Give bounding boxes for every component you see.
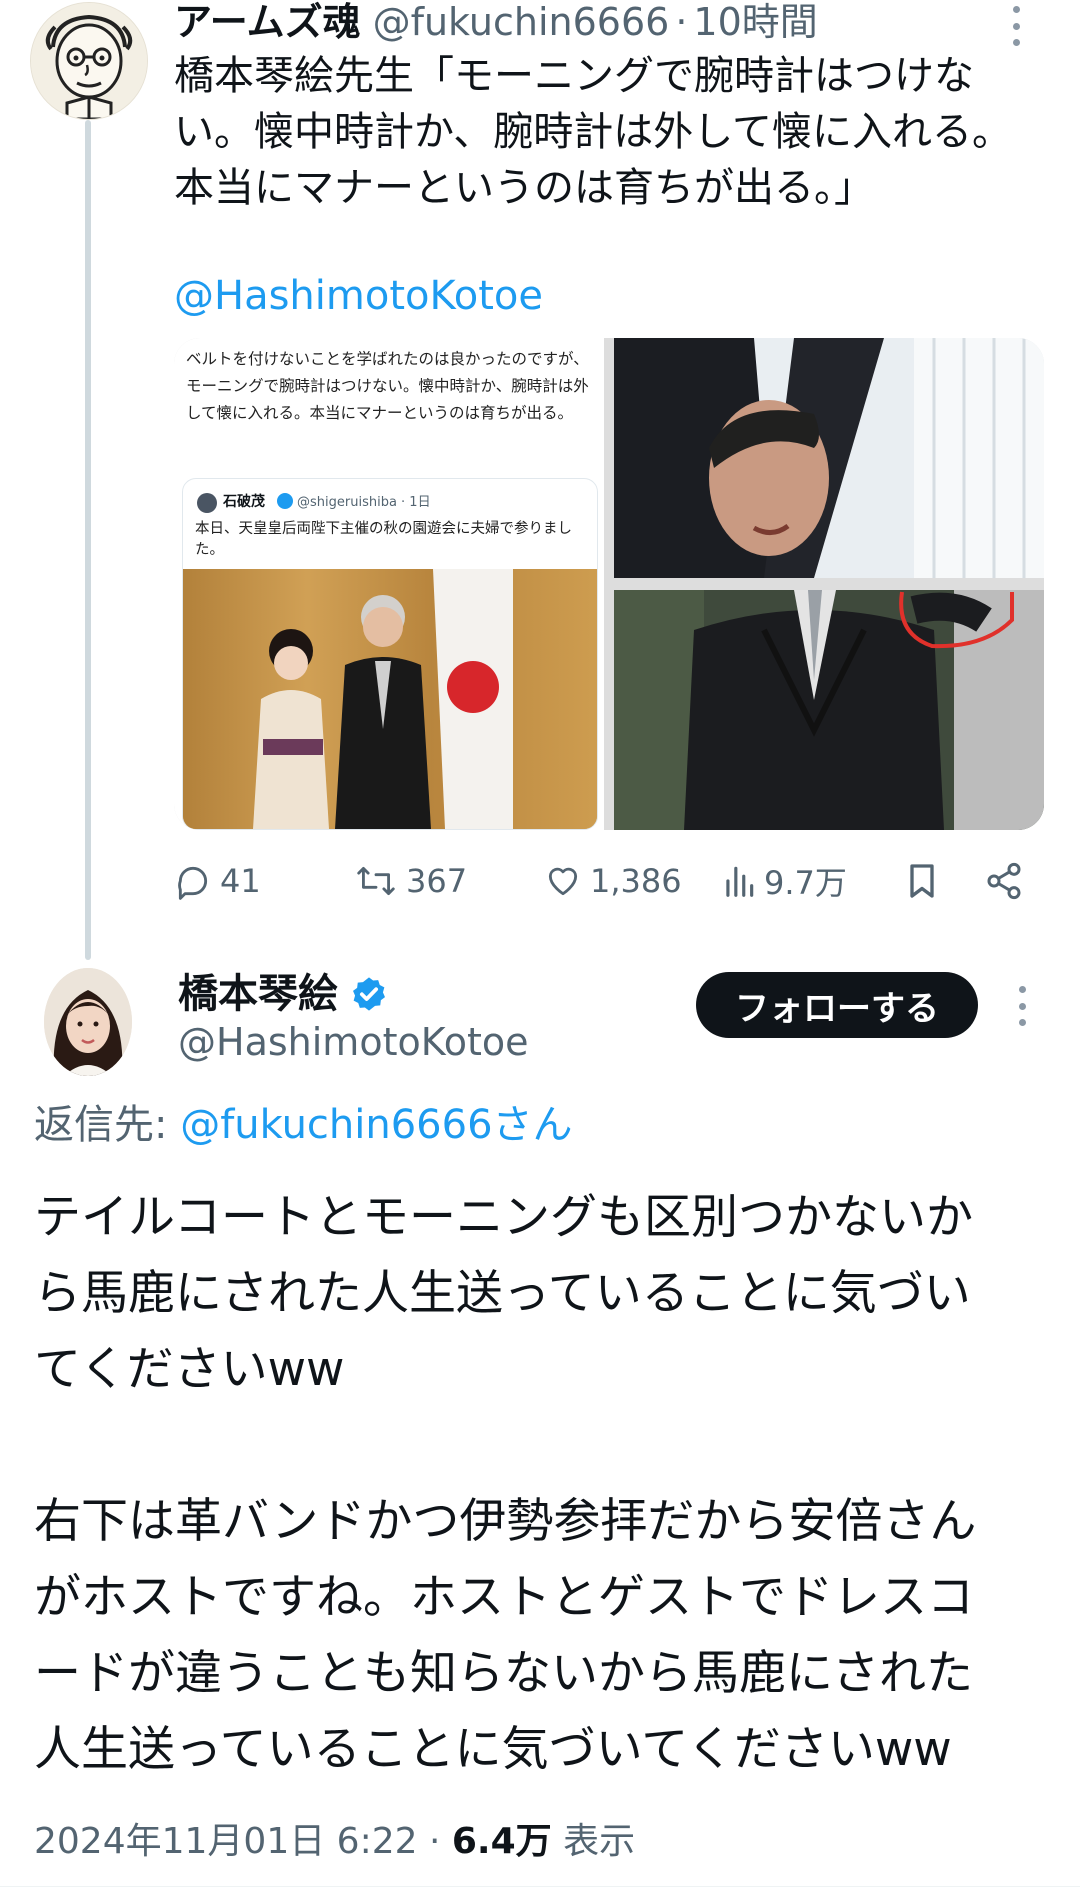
more-options-icon[interactable] [1006, 6, 1026, 46]
reply-tweet-text: テイルコートとモーニングも区別つかないか ら馬鹿にされた人生送っていることに気づ… [34, 1180, 1054, 1788]
share-button[interactable] [984, 856, 1032, 906]
author-avatar[interactable] [30, 2, 148, 120]
reply-to-prefix: 返信先: [34, 1102, 181, 1148]
divider [0, 1886, 1080, 1887]
tweet-time[interactable]: 10時間 [693, 0, 817, 44]
retweet-icon [357, 867, 395, 895]
retweet-button[interactable]: 367 [354, 856, 467, 906]
reply-to-line: 返信先: @fukuchin6666さん [34, 1100, 573, 1150]
parent-tweet-header: アームズ魂 @fukuchin6666 · 10時間 [174, 0, 818, 44]
author-handle[interactable]: @fukuchin6666 [373, 0, 670, 44]
tweet-view-count: 6.4万 [451, 1821, 552, 1862]
text-line: テイルコートとモーニングも区別つかないか [34, 1190, 974, 1245]
media-image-bottom-right[interactable] [614, 590, 1044, 830]
thread-connector-line [85, 120, 91, 960]
views-icon [726, 866, 754, 897]
tweet-view-label: 表示 [551, 1821, 636, 1862]
text-line: てくださいww [34, 1342, 345, 1397]
text-line: 橋本琴絵先生「モーニングで腕時計はつけな [174, 53, 974, 99]
parent-tweet-text: 橋本琴絵先生「モーニングで腕時計はつけな い。懐中時計か、腕時計は外して懐に入れ… [174, 48, 1034, 216]
quoted-handle-time: @shigeruishiba · 1日 [297, 495, 431, 510]
reply-author-name[interactable]: 橋本琴絵 [178, 970, 338, 1018]
raised-arm-photo-image [614, 338, 1044, 578]
share-icon [987, 862, 1021, 900]
text-line: 人生送っていることに気づいてくださいww [34, 1722, 952, 1777]
follow-button[interactable]: フォローする [696, 972, 978, 1038]
reply-count: 41 [220, 862, 261, 900]
more-options-icon[interactable] [1012, 986, 1032, 1026]
meta-separator: · [417, 1821, 452, 1862]
text-line: い。懐中時計か、腕時計は外して懐に入れる。 [174, 109, 1012, 155]
verified-badge-icon [353, 977, 385, 1011]
like-count: 1,386 [590, 862, 682, 900]
reply-author-avatar[interactable] [44, 968, 132, 1076]
reply-to-user-link[interactable]: @fukuchin6666さん [180, 1102, 572, 1148]
couple-photo-image [183, 569, 597, 829]
tweet-timestamp[interactable]: 2024年11月01日 6:22 [34, 1821, 418, 1862]
morning-coat-photo-image [614, 590, 1044, 830]
tweet-meta: 2024年11月01日 6:22 · 6.4万 表示 [34, 1817, 635, 1867]
quoted-text: 本日、天皇皇后両陛下主催の秋の園遊会に夫婦で参りました。 [195, 521, 572, 558]
bookmark-button[interactable] [904, 856, 948, 906]
text-line: ードが違うことも知らないから馬鹿にされた [34, 1646, 974, 1701]
quoted-photo [183, 569, 597, 829]
woman-portrait-image [44, 968, 132, 1076]
header-separator: · [675, 0, 688, 44]
text-line: がホストですね。ホストとゲストでドレスコ [34, 1570, 974, 1625]
quoted-avatar [197, 493, 217, 513]
text-line: 右下は革バンドかつ伊勢参拝だから安倍さん [34, 1494, 977, 1549]
author-name[interactable]: アームズ魂 [174, 0, 361, 44]
reply-author-handle[interactable]: @HashimotoKotoe [178, 1018, 529, 1066]
quoted-post-card: 石破茂 @shigeruishiba · 1日 本日、天皇皇后両陛下主催の秋の園… [182, 478, 598, 830]
reply-icon [178, 866, 208, 900]
media-image-screenshot[interactable]: ベルトを付けないことを学ばれたのは良かったのですが、モーニングで腕時計はつけない… [174, 338, 604, 830]
caricature-avatar-image [31, 3, 147, 119]
view-count: 9.7万 [764, 864, 847, 902]
retweet-count: 367 [406, 862, 468, 900]
verified-badge-icon [277, 493, 293, 509]
like-icon [548, 867, 578, 896]
quoted-author-name: 石破茂 [223, 494, 265, 510]
views-button[interactable]: 9.7万 [722, 856, 847, 906]
screenshot-text: ベルトを付けないことを学ばれたのは良かったのですが、モーニングで腕時計はつけない… [186, 350, 589, 422]
like-button[interactable]: 1,386 [544, 856, 682, 906]
media-image-top-right[interactable] [614, 338, 1044, 578]
bookmark-icon [910, 864, 934, 898]
reply-button[interactable]: 41 [174, 856, 261, 906]
text-line: 本当にマナーというのは育ちが出る。」 [174, 165, 874, 211]
mention-link[interactable]: @HashimotoKotoe [174, 270, 543, 322]
text-line: ら馬鹿にされた人生送っていることに気づい [34, 1266, 971, 1321]
parent-tweet-actions: 41 367 1,386 9.7万 [174, 856, 1030, 906]
media-grid: ベルトを付けないことを学ばれたのは良かったのですが、モーニングで腕時計はつけない… [174, 338, 1044, 830]
